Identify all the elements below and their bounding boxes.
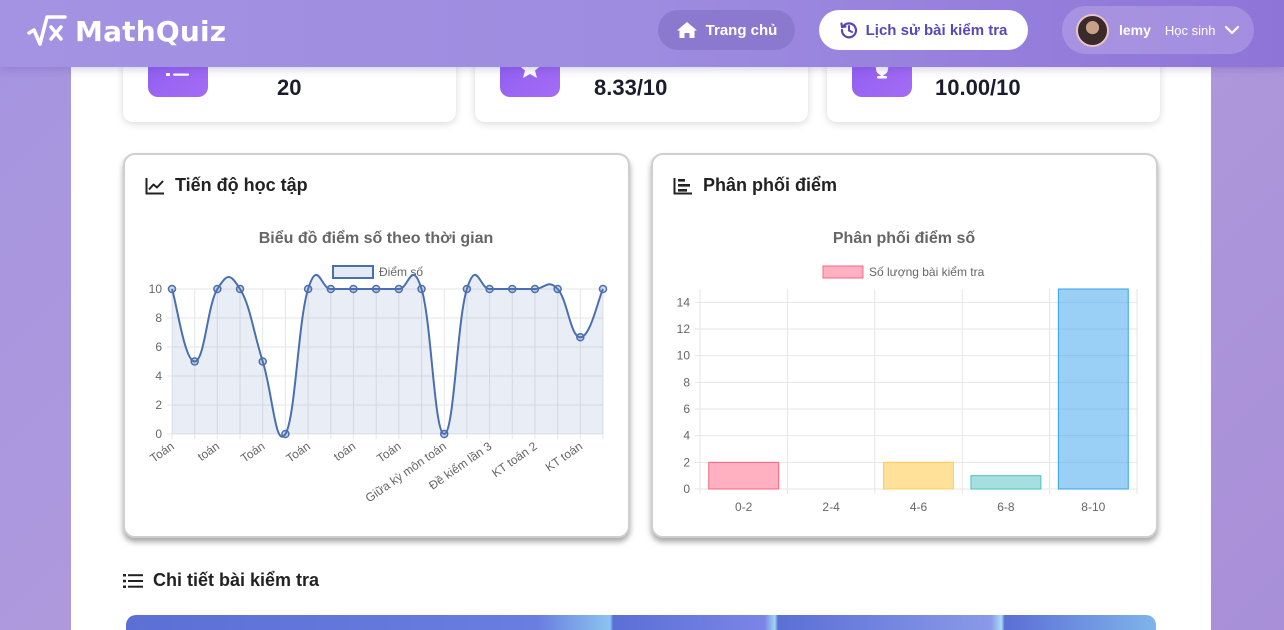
legend-swatch (332, 265, 374, 279)
series-area (172, 274, 603, 437)
x-tick-label: 0-2 (735, 500, 753, 514)
chart-title: Biểu đồ điểm số theo thời gian (259, 229, 494, 247)
home-label: Trang chủ (705, 21, 778, 39)
data-point (190, 357, 199, 366)
y-tick-label: 8 (683, 375, 690, 389)
x-tick-label: KT toán 2 (489, 439, 540, 480)
main-content: 20 8.33/10 10.00/10 Tiến độ học tập Biểu (71, 37, 1211, 630)
stat-value: 20 (277, 75, 302, 100)
legend-label: Số lượng bài kiểm tra (869, 265, 985, 279)
data-point (167, 284, 177, 294)
details-title: Chi tiết bài kiểm tra (153, 570, 320, 590)
user-role: Học sinh (1164, 22, 1216, 38)
data-point (462, 284, 472, 294)
list-icon (123, 573, 143, 588)
x-tick-label: toán (195, 439, 222, 464)
data-point (349, 284, 358, 294)
home-button[interactable]: Trang chủ (658, 10, 795, 50)
data-point (553, 284, 562, 294)
data-point (485, 284, 494, 294)
chart-title: Phân phối điểm số (833, 229, 975, 247)
y-tick-label: 10 (149, 282, 163, 296)
data-point (371, 284, 381, 294)
y-tick-label: 0 (683, 482, 690, 496)
x-tick-label: Toán (374, 439, 403, 465)
x-tick-label: Toán (238, 439, 267, 465)
y-tick-label: 14 (677, 295, 691, 309)
chevron-down-icon (1224, 25, 1239, 35)
x-tick-label: toán (331, 439, 358, 464)
data-point (598, 284, 608, 294)
details-table-header (126, 615, 1156, 630)
y-tick-label: 6 (155, 340, 162, 354)
bar (1057, 288, 1129, 490)
y-tick-label: 0 (155, 427, 162, 441)
y-tick-label: 4 (155, 369, 162, 383)
square-root-icon (27, 15, 67, 46)
data-point (213, 284, 222, 294)
data-point (508, 284, 517, 294)
stat-value: 8.33/10 (594, 75, 668, 100)
data-point (417, 284, 426, 294)
y-tick-label: 10 (677, 349, 691, 363)
data-point (576, 333, 585, 342)
bar (883, 461, 954, 490)
data-point (303, 284, 313, 294)
user-name: lemy (1119, 22, 1151, 38)
avatar (1076, 13, 1109, 47)
line-chart: Biểu đồ điểm số theo thời gianĐiểm số024… (147, 229, 608, 505)
y-tick-label: 2 (155, 398, 162, 412)
progress-card: Tiến độ học tập Biểu đồ điểm số theo thờ… (123, 153, 630, 538)
details-header: Chi tiết bài kiểm tra (123, 570, 319, 591)
history-label: Lịch sử bài kiểm tra (865, 21, 1008, 39)
bar (970, 475, 1042, 490)
x-tick-label: Toán (283, 439, 312, 465)
data-point (439, 429, 449, 439)
legend-swatch (822, 265, 864, 279)
distribution-card: Phân phối điểm Phân phối điểm số Số lượng… (651, 153, 1158, 538)
y-tick-label: 2 (683, 455, 690, 469)
bar-chart: Phân phối điểm số Số lượng bài kiểm tra 0 2… (677, 229, 1138, 514)
x-tick-label: KT toán (543, 439, 585, 474)
data-point (258, 357, 267, 366)
data-point (530, 284, 540, 294)
x-tick-label: Toán (147, 439, 176, 465)
navbar: MathQuiz Trang chủ Lịch sử bài kiểm tra … (0, 0, 1284, 67)
data-point (326, 284, 336, 294)
y-tick-label: 6 (683, 402, 690, 416)
user-menu[interactable]: lemy Học sinh (1062, 6, 1254, 54)
history-icon (840, 22, 857, 39)
data-point (394, 284, 404, 294)
x-tick-label: 8-10 (1081, 500, 1105, 514)
brand-logo[interactable]: MathQuiz (27, 13, 226, 49)
x-tick-label: Giữa kỳ môn toán (363, 439, 449, 505)
brand-name: MathQuiz (75, 14, 227, 48)
y-tick-label: 4 (683, 429, 690, 443)
y-tick-label: 8 (155, 311, 162, 325)
stat-value: 10.00/10 (935, 75, 1021, 100)
y-tick-label: 12 (677, 322, 691, 336)
data-point (235, 284, 245, 294)
x-tick-label: 4-6 (910, 500, 928, 514)
bar (708, 461, 780, 490)
x-tick-label: 2-4 (822, 500, 840, 514)
history-button[interactable]: Lịch sử bài kiểm tra (819, 10, 1028, 50)
home-icon (676, 22, 697, 38)
data-point (281, 429, 290, 439)
x-tick-label: 6-8 (997, 500, 1015, 514)
